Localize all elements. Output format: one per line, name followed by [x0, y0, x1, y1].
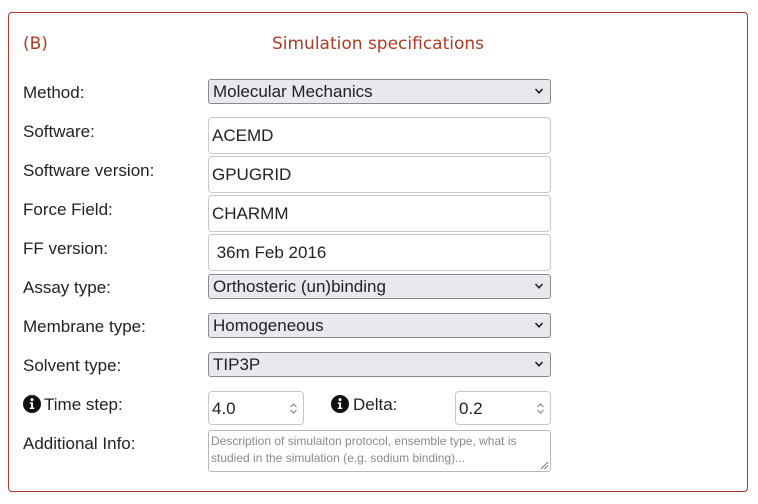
method-label: Method: — [23, 83, 85, 102]
time-step-input[interactable]: 4.0 — [208, 391, 304, 425]
software-version-label: Software version: — [23, 161, 155, 180]
membrane-type-selected-value: Homogeneous — [213, 316, 324, 335]
assay-type-select[interactable]: Orthosteric (un)binding — [208, 274, 551, 299]
ff-version-input[interactable]: 36m Feb 2016 — [208, 234, 551, 271]
spinner-arrows-icon[interactable] — [535, 402, 546, 415]
chevron-down-icon — [534, 283, 544, 289]
chevron-down-icon — [534, 88, 544, 94]
solvent-type-select[interactable]: TIP3P — [208, 352, 551, 377]
info-icon[interactable] — [23, 395, 41, 413]
panel-header: (B) Simulation specifications — [9, 13, 747, 69]
panel-title: Simulation specifications — [271, 34, 485, 54]
spinner-arrows-icon[interactable] — [288, 402, 299, 415]
time-step-label: Time step: — [44, 395, 123, 414]
delta-label: Delta: — [353, 395, 398, 414]
delta-value: 0.2 — [459, 399, 483, 418]
method-select[interactable]: Molecular Mechanics — [208, 79, 551, 104]
software-version-input[interactable]: GPUGRID — [208, 156, 551, 193]
membrane-type-label: Membrane type: — [23, 317, 146, 336]
membrane-type-select[interactable]: Homogeneous — [208, 313, 551, 338]
delta-input[interactable]: 0.2 — [455, 391, 551, 425]
simulation-specifications-panel: (B) Simulation specifications Method: Mo… — [8, 12, 748, 492]
solvent-type-selected-value: TIP3P — [213, 355, 261, 374]
additional-info-placeholder: Description of simulaiton protocol, ense… — [211, 434, 517, 465]
solvent-type-label: Solvent type: — [23, 356, 122, 375]
resize-grip-icon[interactable] — [539, 460, 549, 470]
chevron-down-icon — [534, 322, 544, 328]
force-field-label: Force Field: — [23, 200, 113, 219]
additional-info-label: Additional Info: — [23, 434, 136, 453]
assay-type-selected-value: Orthosteric (un)binding — [213, 277, 386, 296]
ff-version-label: FF version: — [23, 239, 109, 258]
software-label: Software: — [23, 122, 95, 141]
additional-info-textarea[interactable]: Description of simulaiton protocol, ense… — [208, 430, 551, 472]
chevron-down-icon — [534, 361, 544, 367]
force-field-input[interactable]: CHARMM — [208, 195, 551, 232]
time-step-value: 4.0 — [212, 399, 236, 418]
assay-type-label: Assay type: — [23, 278, 111, 297]
method-selected-value: Molecular Mechanics — [213, 82, 373, 101]
info-icon[interactable] — [331, 395, 349, 413]
software-input[interactable]: ACEMD — [208, 117, 551, 154]
